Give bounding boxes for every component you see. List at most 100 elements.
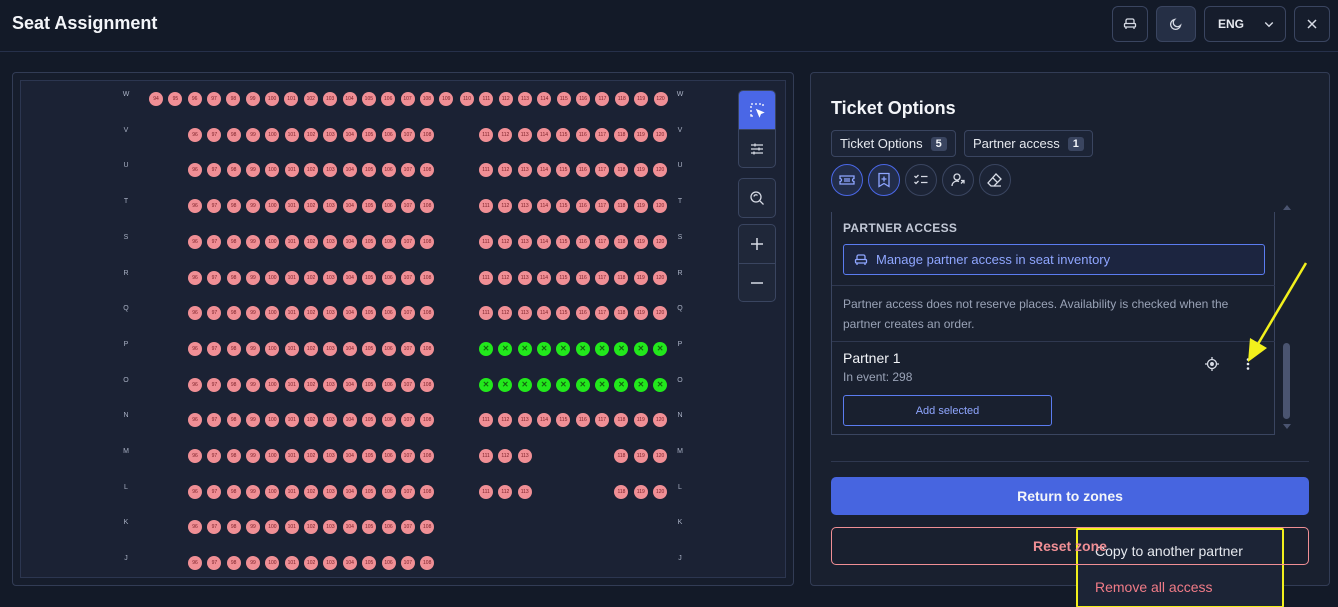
seat[interactable]: 107 (400, 270, 415, 285)
seat[interactable]: 111 (479, 199, 493, 214)
seat[interactable]: 117 (595, 92, 610, 106)
seat[interactable]: 111 (479, 306, 493, 321)
seat[interactable]: 119 (633, 199, 648, 214)
seat[interactable]: 112 (498, 484, 513, 499)
seat-selected[interactable]: ✕ (633, 341, 648, 356)
seat[interactable]: 108 (420, 199, 435, 214)
seat[interactable]: 99 (246, 270, 261, 285)
seat[interactable]: 104 (342, 92, 357, 106)
checklist-button[interactable] (905, 164, 937, 196)
seat[interactable]: 105 (362, 377, 377, 392)
seat[interactable]: 99 (246, 556, 261, 571)
seat[interactable]: 120 (653, 92, 668, 106)
seat[interactable]: 120 (653, 127, 668, 142)
seat[interactable]: 100 (265, 520, 280, 535)
ticket-button[interactable] (831, 164, 863, 196)
seat[interactable]: 100 (265, 270, 280, 285)
seat[interactable]: 116 (575, 306, 590, 321)
seat[interactable]: 119 (633, 127, 648, 142)
seat[interactable]: 117 (595, 306, 610, 321)
zoom-reset-button[interactable] (739, 179, 775, 217)
seat[interactable]: 99 (246, 234, 261, 249)
seat[interactable]: 98 (226, 556, 241, 571)
seat-selected[interactable]: ✕ (556, 341, 571, 356)
seat[interactable]: 100 (265, 413, 280, 428)
seat[interactable]: 108 (420, 413, 435, 428)
seat[interactable]: 101 (284, 92, 299, 106)
eraser-button[interactable] (979, 164, 1011, 196)
seat[interactable]: 114 (537, 92, 552, 106)
seat[interactable]: 101 (284, 270, 299, 285)
seat-selected[interactable]: ✕ (595, 377, 610, 392)
seat[interactable]: 111 (479, 449, 493, 463)
seat[interactable]: 99 (246, 199, 261, 214)
seat[interactable]: 117 (595, 270, 610, 285)
seat-selected[interactable]: ✕ (653, 341, 668, 356)
seat[interactable]: 103 (323, 377, 338, 392)
seat[interactable]: 107 (400, 413, 415, 428)
seat[interactable]: 101 (284, 556, 299, 571)
seat[interactable]: 119 (634, 92, 649, 106)
seat[interactable]: 115 (556, 306, 571, 321)
seat[interactable]: 97 (207, 484, 222, 499)
seat[interactable]: 100 (265, 377, 280, 392)
seat[interactable]: 108 (420, 520, 435, 535)
seat[interactable]: 111 (479, 234, 493, 249)
scroll-up-icon[interactable] (1282, 203, 1292, 211)
seat[interactable]: 102 (303, 92, 318, 106)
seat[interactable]: 99 (245, 92, 260, 106)
seat[interactable]: 115 (556, 413, 571, 428)
seat[interactable]: 120 (653, 270, 668, 285)
seat[interactable]: 99 (246, 127, 261, 142)
seat[interactable]: 117 (595, 127, 610, 142)
seat[interactable]: 98 (226, 520, 241, 535)
seat[interactable]: 104 (342, 341, 357, 356)
seat[interactable]: 112 (498, 92, 513, 106)
seat[interactable]: 100 (265, 556, 280, 571)
seat[interactable]: 117 (595, 199, 610, 214)
seat[interactable]: 98 (226, 163, 241, 178)
seat[interactable]: 105 (362, 127, 377, 142)
reset-zone-button[interactable]: Reset zone (831, 527, 1309, 565)
seat[interactable]: 105 (362, 270, 377, 285)
seat[interactable]: 110 (460, 92, 474, 106)
seat-selected[interactable]: ✕ (614, 377, 629, 392)
seat[interactable]: 97 (207, 413, 222, 428)
seat[interactable]: 119 (633, 306, 648, 321)
seat[interactable]: 98 (226, 199, 241, 214)
seat[interactable]: 106 (381, 199, 396, 214)
scroll-down-icon[interactable] (1282, 423, 1292, 431)
seat[interactable]: 116 (575, 163, 590, 178)
seat[interactable]: 118 (614, 270, 629, 285)
seat[interactable]: 111 (479, 413, 493, 428)
seat[interactable]: 102 (304, 520, 319, 535)
seat[interactable]: 112 (498, 127, 513, 142)
seat[interactable]: 120 (653, 199, 668, 214)
seat[interactable]: 102 (304, 270, 319, 285)
seat-selected[interactable]: ✕ (633, 377, 648, 392)
seat[interactable]: 120 (653, 484, 668, 499)
seat[interactable]: 118 (614, 484, 629, 499)
seat[interactable]: 107 (400, 377, 415, 392)
seat[interactable]: 116 (575, 413, 590, 428)
seat[interactable]: 98 (226, 341, 241, 356)
seat-selected[interactable]: ✕ (517, 341, 532, 356)
seat[interactable]: 111 (479, 163, 493, 178)
seat[interactable]: 105 (362, 520, 377, 535)
seat[interactable]: 103 (323, 449, 338, 463)
seat[interactable]: 101 (284, 449, 299, 463)
seat[interactable]: 96 (187, 92, 202, 106)
seat[interactable]: 115 (556, 199, 571, 214)
seat[interactable]: 112 (498, 449, 513, 463)
zoom-in-button[interactable] (739, 225, 775, 263)
seat[interactable]: 113 (517, 199, 532, 214)
seat[interactable]: 105 (362, 341, 377, 356)
seat[interactable]: 118 (614, 234, 629, 249)
seat[interactable]: 100 (265, 127, 280, 142)
seat[interactable]: 101 (284, 163, 299, 178)
seat[interactable]: 101 (284, 484, 299, 499)
seat[interactable]: 96 (188, 163, 202, 178)
seat[interactable]: 104 (342, 234, 357, 249)
seat[interactable]: 112 (498, 306, 513, 321)
seat[interactable]: 113 (517, 413, 532, 428)
